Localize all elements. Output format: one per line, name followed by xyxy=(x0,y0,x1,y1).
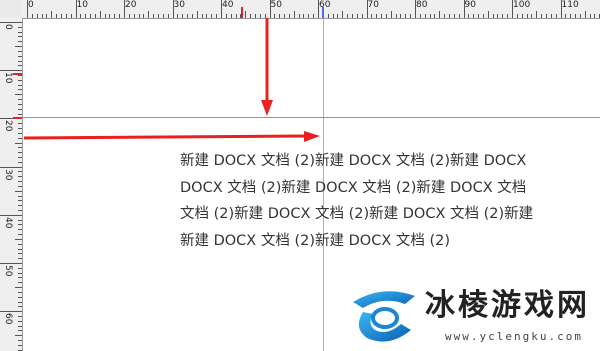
ice-logo-icon xyxy=(353,291,415,342)
watermark-url: www.yclengku.com xyxy=(445,330,583,343)
arrow-down-annotation xyxy=(261,18,273,116)
site-watermark: 冰棱游戏网 www.yclengku.com xyxy=(345,282,600,351)
arrow-right-annotation xyxy=(23,131,320,142)
watermark-title: 冰棱游戏网 xyxy=(425,288,590,323)
